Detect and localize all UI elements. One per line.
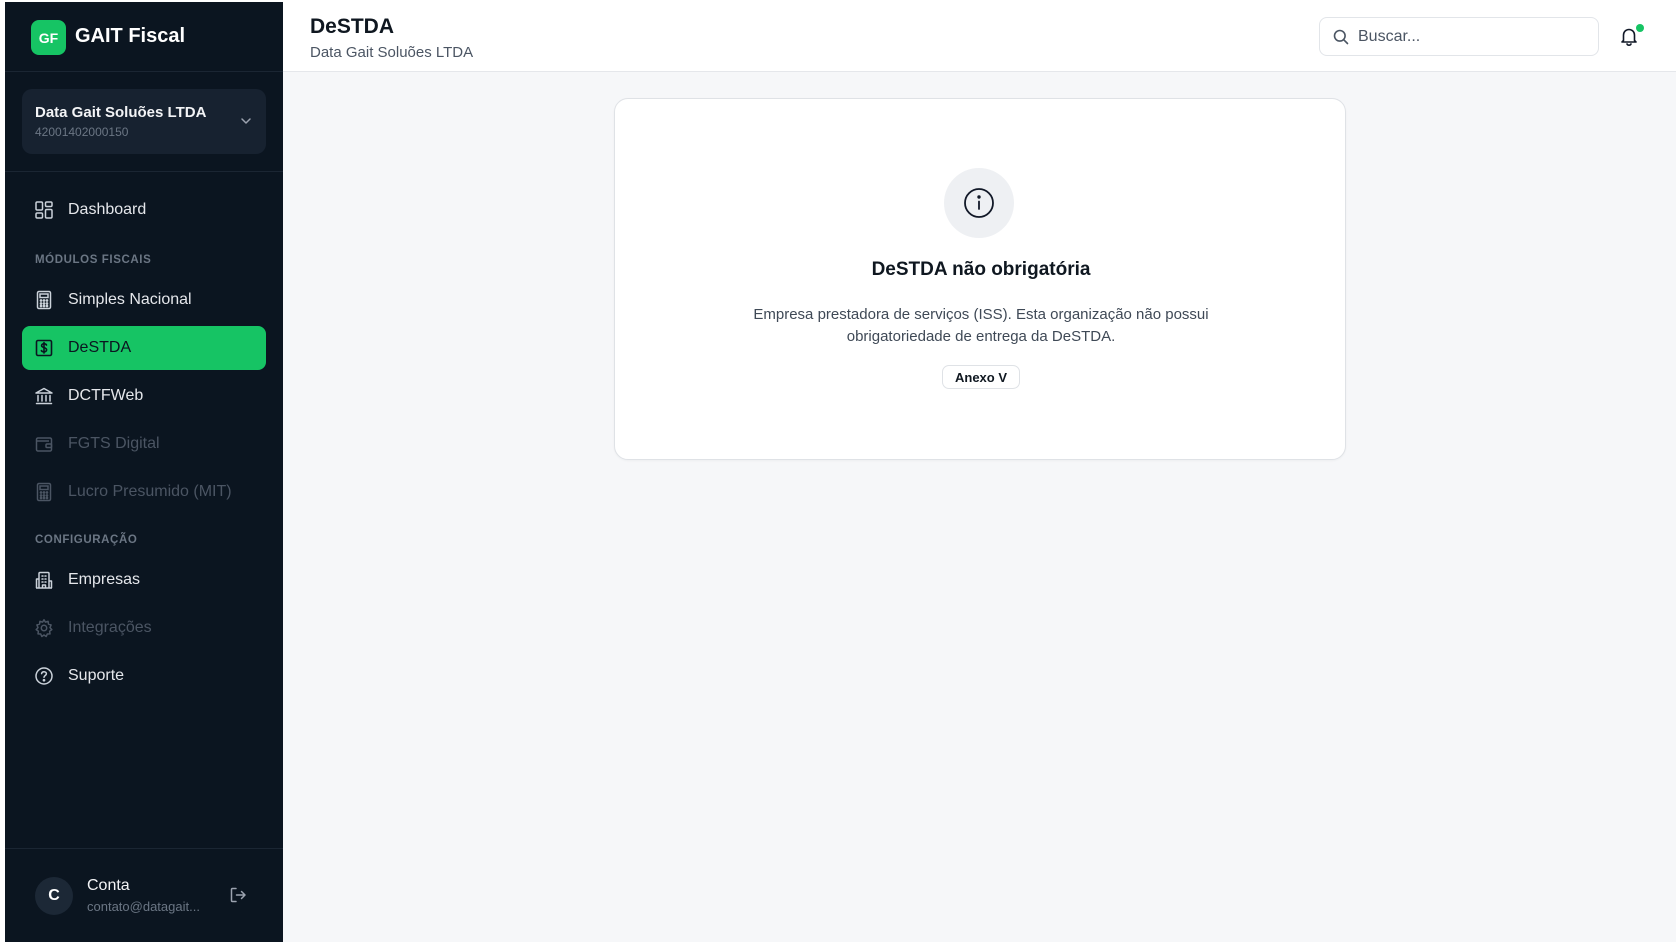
sidebar-item-dashboard[interactable]: Dashboard [22,188,266,232]
organization-cnpj: 42001402000150 [35,125,129,139]
sidebar-item-label: Suporte [68,667,125,684]
sidebar: GF GAIT Fiscal Data Gait Soluões LTDA 42… [5,2,283,942]
building-icon [34,570,54,590]
logout-icon[interactable] [228,885,248,905]
calculator-icon [34,482,54,502]
section-title-fiscal: MÓDULOS FISCAIS [35,254,152,266]
info-icon [964,188,994,218]
info-icon-container [944,168,1014,238]
sidebar-item-integracoes[interactable]: Integrações [22,606,266,650]
sidebar-item-suporte[interactable]: Suporte [22,654,266,698]
sidebar-item-destda[interactable]: DeSTDA [22,326,266,370]
bank-icon [34,386,54,406]
notice-description: Empresa prestadora de serviços (ISS). Es… [753,306,1209,345]
chevron-down-icon [241,118,251,124]
section-title-config: CONFIGURAÇÃO [35,534,138,546]
notice-title: DeSTDA não obrigatória [871,259,1091,280]
sidebar-item-empresas[interactable]: Empresas [22,558,266,602]
sidebar-item-dctfweb[interactable]: DCTFWeb [22,374,266,418]
account-email: contato@datagait... [87,899,200,914]
organization-selector[interactable]: Data Gait Soluões LTDA 42001402000150 [22,89,266,154]
help-circle-icon [34,666,54,686]
wallet-icon [34,434,54,454]
sidebar-item-fgts-digital[interactable]: FGTS Digital [22,422,266,466]
brand-logo: GF [31,20,66,55]
app-window: GF GAIT Fiscal Data Gait Soluões LTDA 42… [0,0,1676,945]
main-content: DeSTDA Data Gait Soluões LTDA Buscar... … [283,2,1676,942]
sidebar-item-label: DeSTDA [68,339,132,356]
sidebar-item-label: Integrações [68,619,152,636]
sidebar-item-label: Simples Nacional [68,291,192,308]
topbar: DeSTDA Data Gait Soluões LTDA [283,2,1676,72]
page-subtitle: Data Gait Soluões LTDA [310,44,474,61]
sidebar-item-label: Empresas [68,571,141,588]
sidebar-item-simples-nacional[interactable]: Simples Nacional [22,278,266,322]
notice-card: DeSTDA não obrigatória Empresa prestador… [614,98,1346,460]
search-box[interactable] [1319,17,1599,56]
page-title: DeSTDA [310,15,395,38]
sidebar-divider [5,171,283,172]
account-panel: C Conta contato@datagait... [5,848,283,942]
dashboard-icon [34,200,54,220]
sidebar-item-label: Lucro Presumido (MIT) [68,483,232,500]
dollar-receipt-icon [34,338,54,358]
sidebar-item-label: FGTS Digital [68,435,160,452]
brand-name: GAIT Fiscal [75,25,186,47]
sidebar-item-label: Dashboard [68,201,147,218]
search-input[interactable] [1358,27,1578,46]
sidebar-item-label: DCTFWeb [68,387,144,404]
search-icon [1333,29,1349,44]
sidebar-item-lucro-presumido[interactable]: Lucro Presumido (MIT) [22,470,266,514]
notification-dot [1636,24,1644,32]
account-name: Conta [87,877,130,894]
gear-icon [34,618,54,638]
calculator-icon [34,290,54,310]
annex-badge: Anexo V [942,365,1020,389]
organization-name: Data Gait Soluões LTDA [35,104,207,121]
brand: GF GAIT Fiscal [5,2,283,72]
avatar[interactable]: C [35,877,73,915]
